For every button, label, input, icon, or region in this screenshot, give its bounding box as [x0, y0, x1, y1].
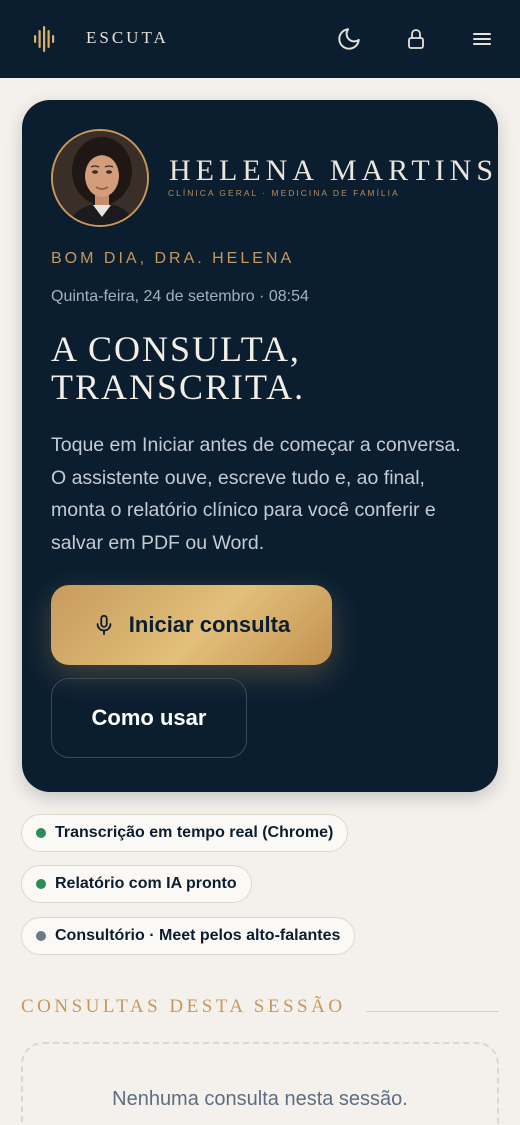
avatar [51, 129, 149, 227]
section-divider [366, 1011, 499, 1012]
status-dot [36, 828, 46, 838]
how-to-use-label: Como usar [91, 705, 207, 730]
status-chip-transcription: Transcrição em tempo real (Chrome) [21, 814, 349, 852]
theme-toggle-button[interactable] [334, 24, 364, 54]
status-dot [36, 879, 46, 889]
status-chip-audio-mode: Consultório · Meet pelos alto-falantes [21, 917, 356, 955]
microphone-icon [96, 614, 112, 636]
status-chip-ai-report: Relatório com IA pronto [21, 865, 252, 903]
doctor-specialty: CLÍNICA GERAL · MEDICINA DE FAMÍLIA [168, 188, 400, 198]
empty-sessions-box: Nenhuma consulta nesta sessão. [21, 1042, 499, 1125]
status-chip-label: Transcrição em tempo real (Chrome) [55, 824, 334, 841]
date-time: Quinta-feira, 24 de setembro · 08:54 [51, 288, 309, 305]
headline-line-1: A CONSULTA, [51, 329, 301, 369]
how-to-use-button[interactable]: Como usar [51, 678, 247, 758]
headline-line-2: TRANSCRITA. [51, 367, 306, 407]
hero-card: HELENA MARTINS CLÍNICA GERAL · MEDICINA … [22, 100, 498, 792]
status-chip-label: Consultório · Meet pelos alto-falantes [55, 927, 341, 944]
doctor-name: HELENA MARTINS [169, 154, 499, 187]
greeting: BOM DIA, DRA. HELENA [51, 250, 295, 267]
top-bar: ESCUTA [0, 0, 520, 78]
start-consultation-label: Iniciar consulta [128, 612, 291, 637]
start-consultation-button[interactable]: Iniciar consulta [51, 585, 332, 665]
lock-button[interactable] [401, 24, 431, 54]
brand-name: ESCUTA [86, 28, 169, 47]
status-chip-label: Relatório com IA pronto [55, 875, 237, 892]
moon-icon [338, 28, 360, 50]
menu-button[interactable] [467, 24, 497, 54]
menu-icon [473, 33, 491, 45]
intro-text: Toque em Iniciar antes de começar a conv… [51, 434, 461, 554]
status-dot [36, 931, 46, 941]
headline: A CONSULTA, TRANSCRITA. [51, 330, 471, 406]
lock-icon [408, 29, 424, 49]
sound-wave-logo-icon [34, 26, 55, 52]
sessions-section-title: CONSULTAS DESTA SESSÃO [21, 996, 346, 1017]
empty-sessions-message: Nenhuma consulta nesta sessão. [112, 1088, 408, 1110]
